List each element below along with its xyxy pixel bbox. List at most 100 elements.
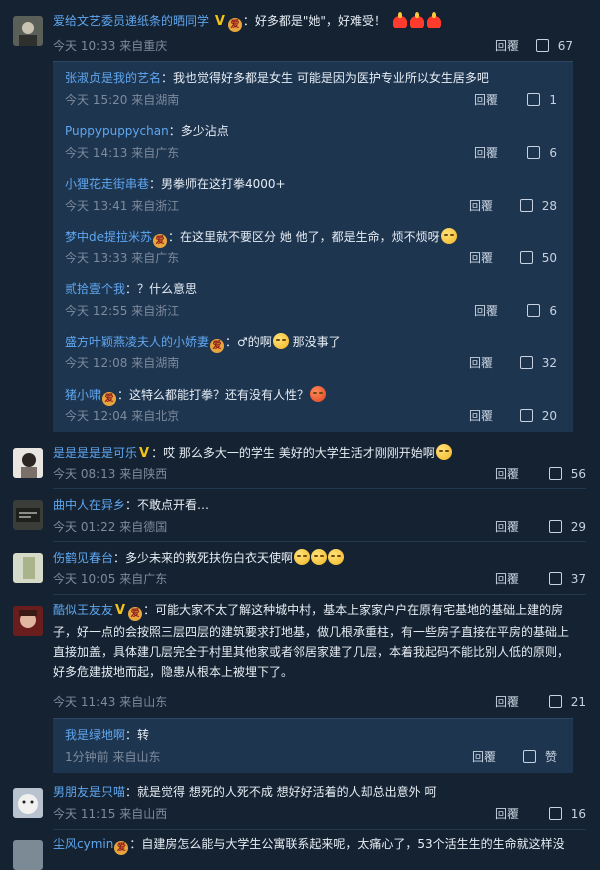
reply-time: 今天 12:08 来自湖南	[65, 356, 180, 370]
like-button[interactable]: 赞	[522, 749, 557, 765]
reply-button[interactable]: 回覆	[495, 38, 519, 54]
member-badge-icon: 爱	[114, 841, 129, 855]
sad-emoji-icon	[294, 549, 311, 565]
reply-username[interactable]: 我是绿地啊	[65, 728, 125, 742]
like-button[interactable]: 56	[548, 466, 586, 482]
reply-username[interactable]: 小狸花走街串巷	[65, 177, 149, 191]
divider	[53, 488, 586, 489]
reply-button[interactable]: 回覆	[472, 749, 496, 765]
like-button[interactable]: 50	[519, 250, 557, 266]
like-count: 赞	[544, 750, 557, 764]
comment-time: 今天 11:15 来自山西	[53, 807, 168, 821]
reply-text-continued: 那没事了	[292, 335, 341, 349]
comment-time: 今天 10:33 来自重庆	[53, 39, 168, 53]
reply-username[interactable]: 贰拾壹个我	[65, 282, 125, 296]
like-button[interactable]: 1	[527, 92, 557, 108]
reply-button[interactable]: 回覆	[495, 806, 519, 822]
reply-username[interactable]: 猪小啸	[65, 388, 101, 402]
comment-item: 是是是是是可乐 V ：哎 那么多大一的学生 美好的大学生活才刚刚开始啊 今天 08:…	[53, 444, 586, 481]
comment-text: ：就是觉得 想死的人死不成 想好好活着的人却总出意外 呵	[125, 785, 437, 799]
comment-text: ：好多都是"她"，好难受！	[242, 14, 386, 28]
like-count: 6	[549, 146, 557, 160]
sad-emoji-icon	[311, 549, 328, 565]
reply-username[interactable]: Puppypuppychan	[65, 124, 169, 138]
grin-emoji-icon	[272, 333, 289, 349]
reply-text: ：在这里就不要区分 她 他了，都是生命，烦不烦呀	[168, 230, 440, 244]
divider	[53, 829, 586, 830]
avatar[interactable]	[13, 16, 43, 46]
like-button[interactable]: 37	[548, 571, 586, 587]
comment-item: 男朋友是只喵：就是觉得 想死的人死不成 想好好活着的人却总出意外 呵 今天 11…	[53, 784, 586, 821]
reply-button[interactable]: 回覆	[474, 303, 498, 319]
avatar[interactable]	[13, 606, 43, 636]
comment-username[interactable]: 尘风cymin	[53, 837, 113, 851]
reply-time: 今天 15:20 来自湖南	[65, 93, 180, 107]
avatar[interactable]	[13, 500, 43, 530]
vip-v-icon: V	[214, 14, 225, 29]
thumbs-up-icon	[527, 146, 541, 159]
like-button[interactable]: 28	[519, 198, 557, 214]
avatar[interactable]	[13, 448, 43, 478]
reply-button[interactable]: 回覆	[495, 519, 519, 535]
reply-username[interactable]: 梦中de提拉米苏	[65, 230, 152, 244]
reply-button[interactable]: 回覆	[469, 355, 493, 371]
reply-username[interactable]: 张淑贞是我的艺名	[65, 71, 161, 85]
like-count: 28	[541, 199, 557, 213]
vip-v-icon: V	[115, 603, 126, 618]
member-badge-icon: 爱	[102, 392, 117, 406]
candle-emoji-icon	[426, 12, 441, 28]
like-button[interactable]: 29	[548, 519, 586, 535]
reply-button[interactable]: 回覆	[469, 408, 493, 424]
reply-time: 1分钟前 来自山东	[65, 750, 161, 764]
thumbs-up-icon	[548, 467, 562, 480]
reply-text: ：转	[125, 728, 150, 742]
thumbs-up-icon	[519, 199, 533, 212]
like-button[interactable]: 16	[548, 806, 586, 822]
reply-button[interactable]: 回覆	[495, 571, 519, 587]
comment-item: 酷似王友友 V 爱：可能大家不太了解这种城中村，基本上家家户户在原有宅基地的基础上建…	[53, 602, 586, 709]
thumbs-up-icon	[548, 807, 562, 820]
thumbs-up-icon	[519, 251, 533, 264]
like-button[interactable]: 6	[527, 303, 557, 319]
member-badge-icon: 爱	[153, 234, 168, 248]
comment-text-line: 好多危建拔地而起，隐患从根本上被埋下了。	[53, 665, 294, 679]
like-count: 29	[570, 520, 586, 534]
like-button[interactable]: 21	[548, 694, 586, 710]
comment-username[interactable]: 曲中人在异乡	[53, 498, 125, 512]
reply-time: 今天 12:04 来自北京	[65, 409, 180, 423]
comment-username[interactable]: 爱给文艺委员递纸条的晒同学	[53, 14, 209, 28]
thumbs-up-icon	[519, 409, 533, 422]
comment-username[interactable]: 酷似王友友	[53, 603, 113, 617]
reply-button[interactable]: 回覆	[474, 145, 498, 161]
reply-thread: 张淑贞是我的艺名：我也觉得好多都是女生 可能是因为医护专业所以女生居多吧 今天 …	[53, 61, 573, 432]
comment-time: 今天 10:05 来自广东	[53, 572, 168, 586]
avatar[interactable]	[13, 840, 43, 870]
member-badge-icon: 爱	[210, 339, 225, 353]
comment-time: 今天 08:13 来自陕西	[53, 467, 168, 481]
avatar[interactable]	[13, 788, 43, 818]
reply-text: ：？什么意思	[125, 282, 198, 296]
like-count: 20	[541, 409, 557, 423]
smirk-emoji-icon	[440, 228, 457, 244]
reply-button[interactable]: 回覆	[495, 466, 519, 482]
comment-username[interactable]: 是是是是是可乐	[53, 446, 137, 460]
like-button[interactable]: 32	[519, 355, 557, 371]
avatar[interactable]	[13, 553, 43, 583]
comment-username[interactable]: 男朋友是只喵	[53, 785, 125, 799]
reply-button[interactable]: 回覆	[469, 250, 493, 266]
reply-button[interactable]: 回覆	[495, 694, 519, 710]
like-button[interactable]: 67	[535, 38, 573, 54]
comment-item: 伤鹤见春台：多少未来的救死扶伤白衣天使啊 今天 10:05 来自广东 回覆 37	[53, 549, 586, 586]
reply-button[interactable]: 回覆	[469, 198, 493, 214]
reply-button[interactable]: 回覆	[474, 92, 498, 108]
comment-text: ：哎 那么多大一的学生 美好的大学生活才刚刚开始啊	[151, 446, 435, 460]
like-button[interactable]: 6	[527, 145, 557, 161]
reply-text: ：♂的啊	[225, 335, 272, 349]
candle-emoji-icon	[409, 12, 424, 28]
like-button[interactable]: 20	[519, 408, 557, 424]
reply-thread: 我是绿地啊：转 1分钟前 来自山东 回覆 赞	[53, 718, 573, 773]
reply-text: ：这特么都能打拳？还有没有人性？	[117, 388, 310, 402]
like-count: 50	[541, 251, 557, 265]
comment-username[interactable]: 伤鹤见春台	[53, 551, 113, 565]
reply-username[interactable]: 盛方叶颖燕凌夫人的小娇妻	[65, 335, 209, 349]
